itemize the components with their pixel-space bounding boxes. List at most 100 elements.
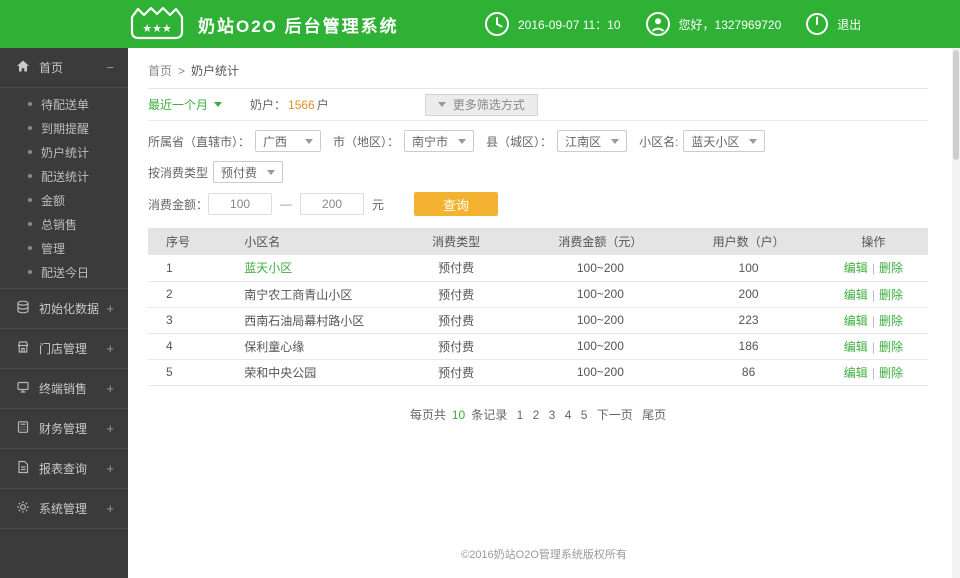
province-value: 广西 xyxy=(263,133,287,150)
edit-link[interactable]: 编辑 xyxy=(844,340,868,354)
county-label: 县（城区）： xyxy=(486,133,552,150)
sidebar-item-finance-management[interactable]: 财务管理 + xyxy=(0,409,128,449)
sidebar-item-system-management[interactable]: 系统管理 + xyxy=(0,489,128,529)
cell-type: 预付费 xyxy=(390,307,523,333)
province-select[interactable]: 广西 xyxy=(255,130,321,152)
period-filter[interactable]: 最近一个月 xyxy=(148,96,222,113)
sidebar-item-expiry-reminder[interactable]: 到期提醒 xyxy=(0,116,128,140)
edit-link[interactable]: 编辑 xyxy=(844,288,868,302)
edit-link[interactable]: 编辑 xyxy=(844,314,868,328)
action-separator: | xyxy=(872,314,875,328)
breadcrumb: 首页 > 奶户统计 xyxy=(148,62,928,89)
sidebar-item-delivery-today[interactable]: 配送今日 xyxy=(0,260,128,284)
amount-separator: — xyxy=(280,197,292,211)
amount-filter-row: 消费金额 ： — 元 查询 xyxy=(148,192,928,216)
delete-link[interactable]: 删除 xyxy=(879,340,903,354)
page-2[interactable]: 2 xyxy=(533,408,540,422)
chevron-down-icon xyxy=(611,139,619,144)
type-group: 按消费类型 预付费 xyxy=(148,161,283,183)
sidebar-item-home[interactable]: 首页 − xyxy=(0,48,128,88)
scrollbar[interactable] xyxy=(952,48,960,578)
subitem-label: 奶户统计 xyxy=(41,144,89,161)
cell-type: 预付费 xyxy=(390,255,523,281)
sidebar-item-store-management[interactable]: 门店管理 + xyxy=(0,329,128,369)
amount-label: 消费金额 xyxy=(148,196,196,213)
store-icon xyxy=(16,340,30,357)
datetime-label: 2016-09-07 11：10 xyxy=(518,16,621,33)
region-filter-row: 所属省（直辖市）： 广西 市（地区）： 南宁市 县（城区）： 江南区 xyxy=(148,130,928,152)
city-label: 市（地区）： xyxy=(333,133,399,150)
col-header-no: 序号 xyxy=(148,228,218,255)
power-icon[interactable] xyxy=(805,12,829,36)
expand-toggle[interactable]: + xyxy=(106,341,114,356)
delete-link[interactable]: 删除 xyxy=(879,366,903,380)
collapse-toggle[interactable]: − xyxy=(106,60,114,75)
subitem-label: 配送今日 xyxy=(41,264,89,281)
cell-no: 1 xyxy=(148,255,218,281)
sidebar-item-amount[interactable]: 金额 xyxy=(0,188,128,212)
per-page-value[interactable]: 10 xyxy=(452,408,465,422)
amount-max-input[interactable] xyxy=(300,193,364,215)
main-content: 首页 > 奶户统计 最近一个月 奶户：1566户 更多筛选方式 所属省（直辖市）… xyxy=(128,48,960,578)
cell-actions: 编辑 | 删除 xyxy=(819,307,928,333)
page-5[interactable]: 5 xyxy=(581,408,588,422)
count-prefix: 奶户： xyxy=(250,98,286,112)
chevron-down-icon xyxy=(458,139,466,144)
scrollbar-thumb[interactable] xyxy=(953,50,959,160)
bullet-icon xyxy=(28,270,32,274)
sidebar-item-terminal-sales[interactable]: 终端销售 + xyxy=(0,369,128,409)
sidebar-item-customer-stats[interactable]: 奶户统计 xyxy=(0,140,128,164)
cell-community[interactable]: 荣和中央公园 xyxy=(218,359,390,385)
type-filter-row: 按消费类型 预付费 xyxy=(148,161,928,183)
expand-toggle[interactable]: + xyxy=(106,421,114,436)
logout-button[interactable]: 退出 xyxy=(837,16,861,33)
cell-community[interactable]: 西南石油局幕村路小区 xyxy=(218,307,390,333)
cell-community[interactable]: 南宁农工商青山小区 xyxy=(218,281,390,307)
breadcrumb-home[interactable]: 首页 xyxy=(148,62,172,79)
last-page-button[interactable]: 尾页 xyxy=(642,408,666,422)
expand-toggle[interactable]: + xyxy=(106,381,114,396)
more-filters-button[interactable]: 更多筛选方式 xyxy=(425,94,538,116)
next-page-button[interactable]: 下一页 xyxy=(597,408,633,422)
delete-link[interactable]: 删除 xyxy=(879,261,903,275)
sidebar-home-submenu: 待配送单 到期提醒 奶户统计 配送统计 金额 总销售 管理 配送今日 xyxy=(0,88,128,289)
top-header: ★★★ 奶站O2O 后台管理系统 2016-09-07 11：10 您好， xyxy=(0,0,960,48)
edit-link[interactable]: 编辑 xyxy=(844,366,868,380)
delete-link[interactable]: 删除 xyxy=(879,288,903,302)
sidebar-item-pending-orders[interactable]: 待配送单 xyxy=(0,92,128,116)
stats-table: 序号 小区名 消费类型 消费金额（元） 用户数（户） 操作 1 蓝天小区 预付费… xyxy=(148,228,928,386)
per-page-prefix: 每页共 xyxy=(410,408,446,422)
expand-toggle[interactable]: + xyxy=(106,301,114,316)
county-value: 江南区 xyxy=(565,133,601,150)
col-header-users: 用户数（户） xyxy=(678,228,818,255)
sidebar-item-management[interactable]: 管理 xyxy=(0,236,128,260)
sidebar-item-report-query[interactable]: 报表查询 + xyxy=(0,449,128,489)
sidebar-item-total-sales[interactable]: 总销售 xyxy=(0,212,128,236)
page-3[interactable]: 3 xyxy=(549,408,556,422)
county-select[interactable]: 江南区 xyxy=(557,130,627,152)
query-button[interactable]: 查询 xyxy=(414,192,498,216)
city-select[interactable]: 南宁市 xyxy=(404,130,474,152)
page-4[interactable]: 4 xyxy=(565,408,572,422)
cell-community[interactable]: 蓝天小区 xyxy=(218,255,390,281)
amount-min-input[interactable] xyxy=(208,193,272,215)
cell-no: 4 xyxy=(148,333,218,359)
copyright-footer: ©2016奶站O2O管理系统版权所有 xyxy=(128,546,960,562)
subitem-label: 待配送单 xyxy=(41,96,89,113)
user-icon xyxy=(645,11,671,37)
sidebar-item-init-data[interactable]: 初始化数据 + xyxy=(0,289,128,329)
cell-users: 200 xyxy=(678,281,818,307)
edit-link[interactable]: 编辑 xyxy=(844,261,868,275)
cell-community[interactable]: 保利童心缘 xyxy=(218,333,390,359)
section-label: 财务管理 xyxy=(39,420,87,437)
delete-link[interactable]: 删除 xyxy=(879,314,903,328)
type-select[interactable]: 预付费 xyxy=(213,161,283,183)
community-select[interactable]: 蓝天小区 xyxy=(683,130,765,152)
chevron-down-icon xyxy=(214,102,222,107)
expand-toggle[interactable]: + xyxy=(106,461,114,476)
page-1[interactable]: 1 xyxy=(517,408,524,422)
calculator-icon xyxy=(16,420,30,437)
sidebar-item-delivery-stats[interactable]: 配送统计 xyxy=(0,164,128,188)
expand-toggle[interactable]: + xyxy=(106,501,114,516)
section-label: 门店管理 xyxy=(39,340,87,357)
